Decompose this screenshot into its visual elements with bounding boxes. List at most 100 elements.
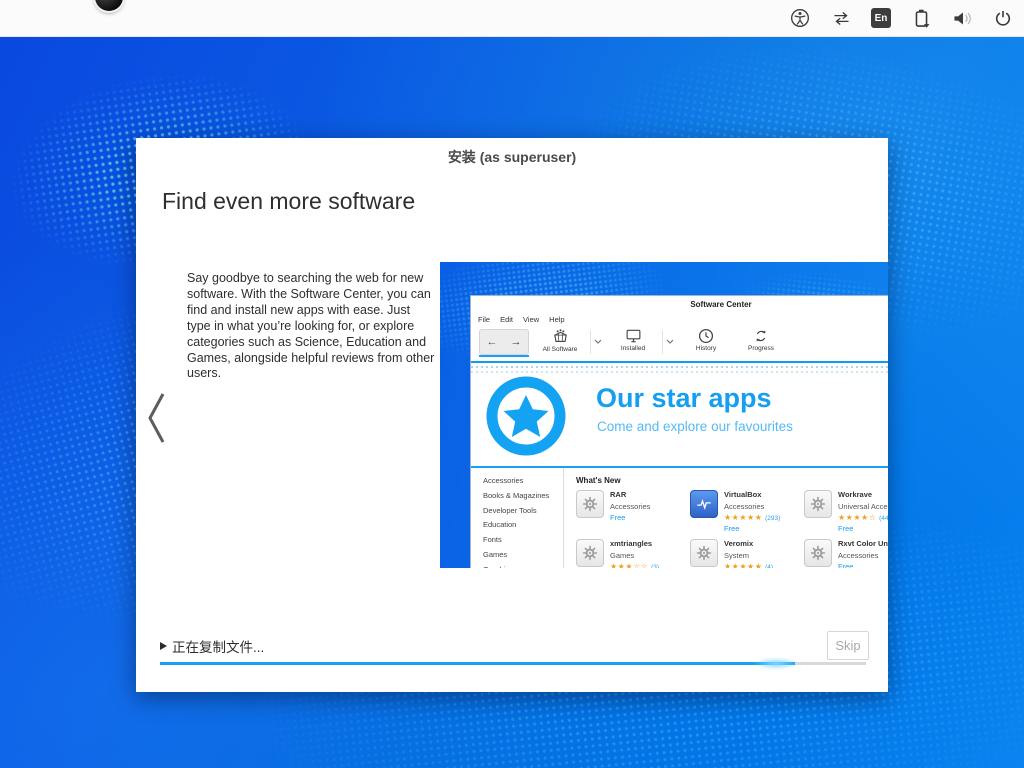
app-name: Workrave: [838, 490, 888, 499]
app-tile: VirtualBoxAccessories★★★★★ (293)Free: [690, 490, 800, 539]
sc-tool-label: History: [696, 345, 716, 352]
app-star-rating: ★★★★☆ (44): [838, 513, 888, 522]
sc-tool-progress: Progress: [733, 328, 789, 352]
app-category: System: [724, 551, 773, 560]
app-category: Universal Access: [838, 502, 888, 511]
app-tile: Workrave Universal Access ★★★★☆ (44) Free: [804, 490, 888, 539]
sc-tool-history: History: [678, 328, 734, 352]
star-badge-icon: [486, 376, 566, 458]
dotted-decoration: [471, 371, 888, 373]
power-icon[interactable]: [992, 7, 1014, 29]
app-name: xmtriangles: [610, 539, 659, 548]
top-panel: En: [0, 0, 1024, 37]
monitor-icon: [625, 328, 642, 344]
screen: En: [0, 0, 1024, 768]
sc-titlebar: Software Center: [471, 296, 888, 313]
app-name: Rxvt Color Unicode T: [838, 539, 888, 548]
app-star-rating: ★★★☆☆ (3): [610, 562, 659, 568]
app-price: Free: [610, 513, 650, 522]
app-tile-info: Veromix System ★★★★★ (4): [724, 539, 773, 568]
sc-menu-help: Help: [549, 315, 564, 324]
app-tile: xmtriangles Games ★★★☆☆ (3): [576, 539, 686, 568]
black-circle-indicator: [95, 0, 123, 11]
sc-toolbar: ← → All Software: [471, 326, 888, 361]
sc-category-item: Accessories: [471, 476, 563, 491]
chevron-left-icon: [145, 391, 167, 445]
app-category: Games: [610, 551, 659, 560]
banner-title: Our star apps: [596, 383, 772, 414]
volume-icon[interactable]: [951, 7, 973, 29]
sc-category-list: AccessoriesBooks & MagazinesDeveloper To…: [471, 468, 564, 568]
sc-category-item: Graphics: [471, 565, 563, 568]
keyboard-layout-badge[interactable]: En: [871, 8, 891, 28]
app-tile: Veromix System ★★★★★ (4): [690, 539, 800, 568]
sc-lower-section: AccessoriesBooks & MagazinesDeveloper To…: [471, 468, 888, 568]
sc-window-title: Software Center: [690, 300, 751, 309]
sc-tool-label: All Software: [543, 346, 578, 353]
whats-new-heading: What's New: [576, 476, 888, 485]
sc-featured-banner: Our star apps Come and explore our favou…: [471, 363, 888, 468]
app-tile: Rxvt Color Unicode T Accessories Free: [804, 539, 888, 568]
refresh-icon: [753, 328, 769, 344]
app-name: VirtualBox: [724, 490, 780, 499]
slide-body-text: Say goodbye to searching the web for new…: [187, 271, 435, 382]
dropdown-caret-icon: [594, 337, 602, 346]
generic-app-gear-icon: [690, 539, 718, 567]
sc-category-item: Developer Tools: [471, 506, 563, 521]
sc-menu-view: View: [523, 315, 539, 324]
status-icon-tray: En: [789, 0, 1014, 36]
accessibility-icon[interactable]: [789, 7, 811, 29]
sc-back-forward-group: ← →: [479, 329, 529, 355]
app-rating-count: (4): [765, 564, 773, 568]
app-tile-info: Rxvt Color Unicode T Accessories Free: [838, 539, 888, 568]
sc-category-item: Books & Magazines: [471, 491, 563, 506]
installer-dialog: 安装 (as superuser) Find even more softwar…: [136, 138, 888, 692]
progress-status-label: 正在复制文件...: [172, 636, 264, 656]
slide-screenshot: Software Center FileEditViewHelp ← →: [440, 262, 888, 568]
banner-subtitle: Come and explore our favourites: [597, 419, 793, 434]
app-price: Free: [838, 562, 888, 568]
sc-tool-installed: Installed: [605, 328, 661, 352]
app-tile-info: VirtualBoxAccessories★★★★★ (293)Free: [724, 490, 780, 539]
skip-button[interactable]: Skip: [827, 631, 869, 660]
battery-icon[interactable]: [910, 7, 932, 29]
progress-bar: [160, 662, 866, 665]
app-category: Accessories: [610, 502, 650, 511]
progress-expander-row[interactable]: 正在复制文件...: [160, 636, 264, 656]
app-tile-info: Workrave Universal Access ★★★★☆ (44) Free: [838, 490, 888, 539]
app-category: Accessories: [838, 551, 888, 560]
sc-active-underline: [479, 355, 529, 357]
sc-category-item: Fonts: [471, 535, 563, 550]
app-rating-count: (3): [651, 564, 659, 568]
slide-heading: Find even more software: [162, 188, 415, 215]
forward-arrow-icon: →: [511, 336, 522, 348]
sc-tool-label: Installed: [621, 345, 645, 352]
input-switch-icon[interactable]: [830, 7, 852, 29]
sc-menu-edit: Edit: [500, 315, 513, 324]
dropdown-caret-icon: [666, 337, 674, 346]
toolbar-divider: [590, 330, 591, 354]
slideshow-prev-button[interactable]: [145, 391, 167, 448]
software-box-icon: [552, 328, 569, 345]
progress-bar-fill: [160, 662, 795, 665]
toolbar-divider: [662, 330, 663, 354]
app-category: Accessories: [724, 502, 780, 511]
app-star-rating: ★★★★★ (4): [724, 562, 773, 568]
sc-tool-all-software: All Software: [532, 328, 588, 353]
software-center-window: Software Center FileEditViewHelp ← →: [470, 295, 888, 568]
clock-icon: [698, 328, 714, 344]
generic-app-gear-icon: [576, 539, 604, 567]
sc-whats-new-panel: What's New RAR Accessories Free VirtualBox A…: [564, 468, 888, 568]
virtualbox-app-icon: [690, 490, 718, 518]
app-tile-info: xmtriangles Games ★★★☆☆ (3): [610, 539, 659, 568]
generic-app-gear-icon: [804, 490, 832, 518]
app-name: Veromix: [724, 539, 773, 548]
dotted-decoration: [471, 366, 888, 368]
app-price: Free: [838, 524, 888, 533]
app-rating-count: (293): [765, 515, 780, 522]
app-tile-grid: RAR Accessories Free VirtualBox Accessories ★…: [576, 490, 888, 568]
app-name: RAR: [610, 490, 650, 499]
dialog-title: 安装 (as superuser): [136, 147, 888, 167]
app-rating-count: (44): [879, 515, 888, 522]
app-tile: RAR Accessories Free: [576, 490, 686, 539]
